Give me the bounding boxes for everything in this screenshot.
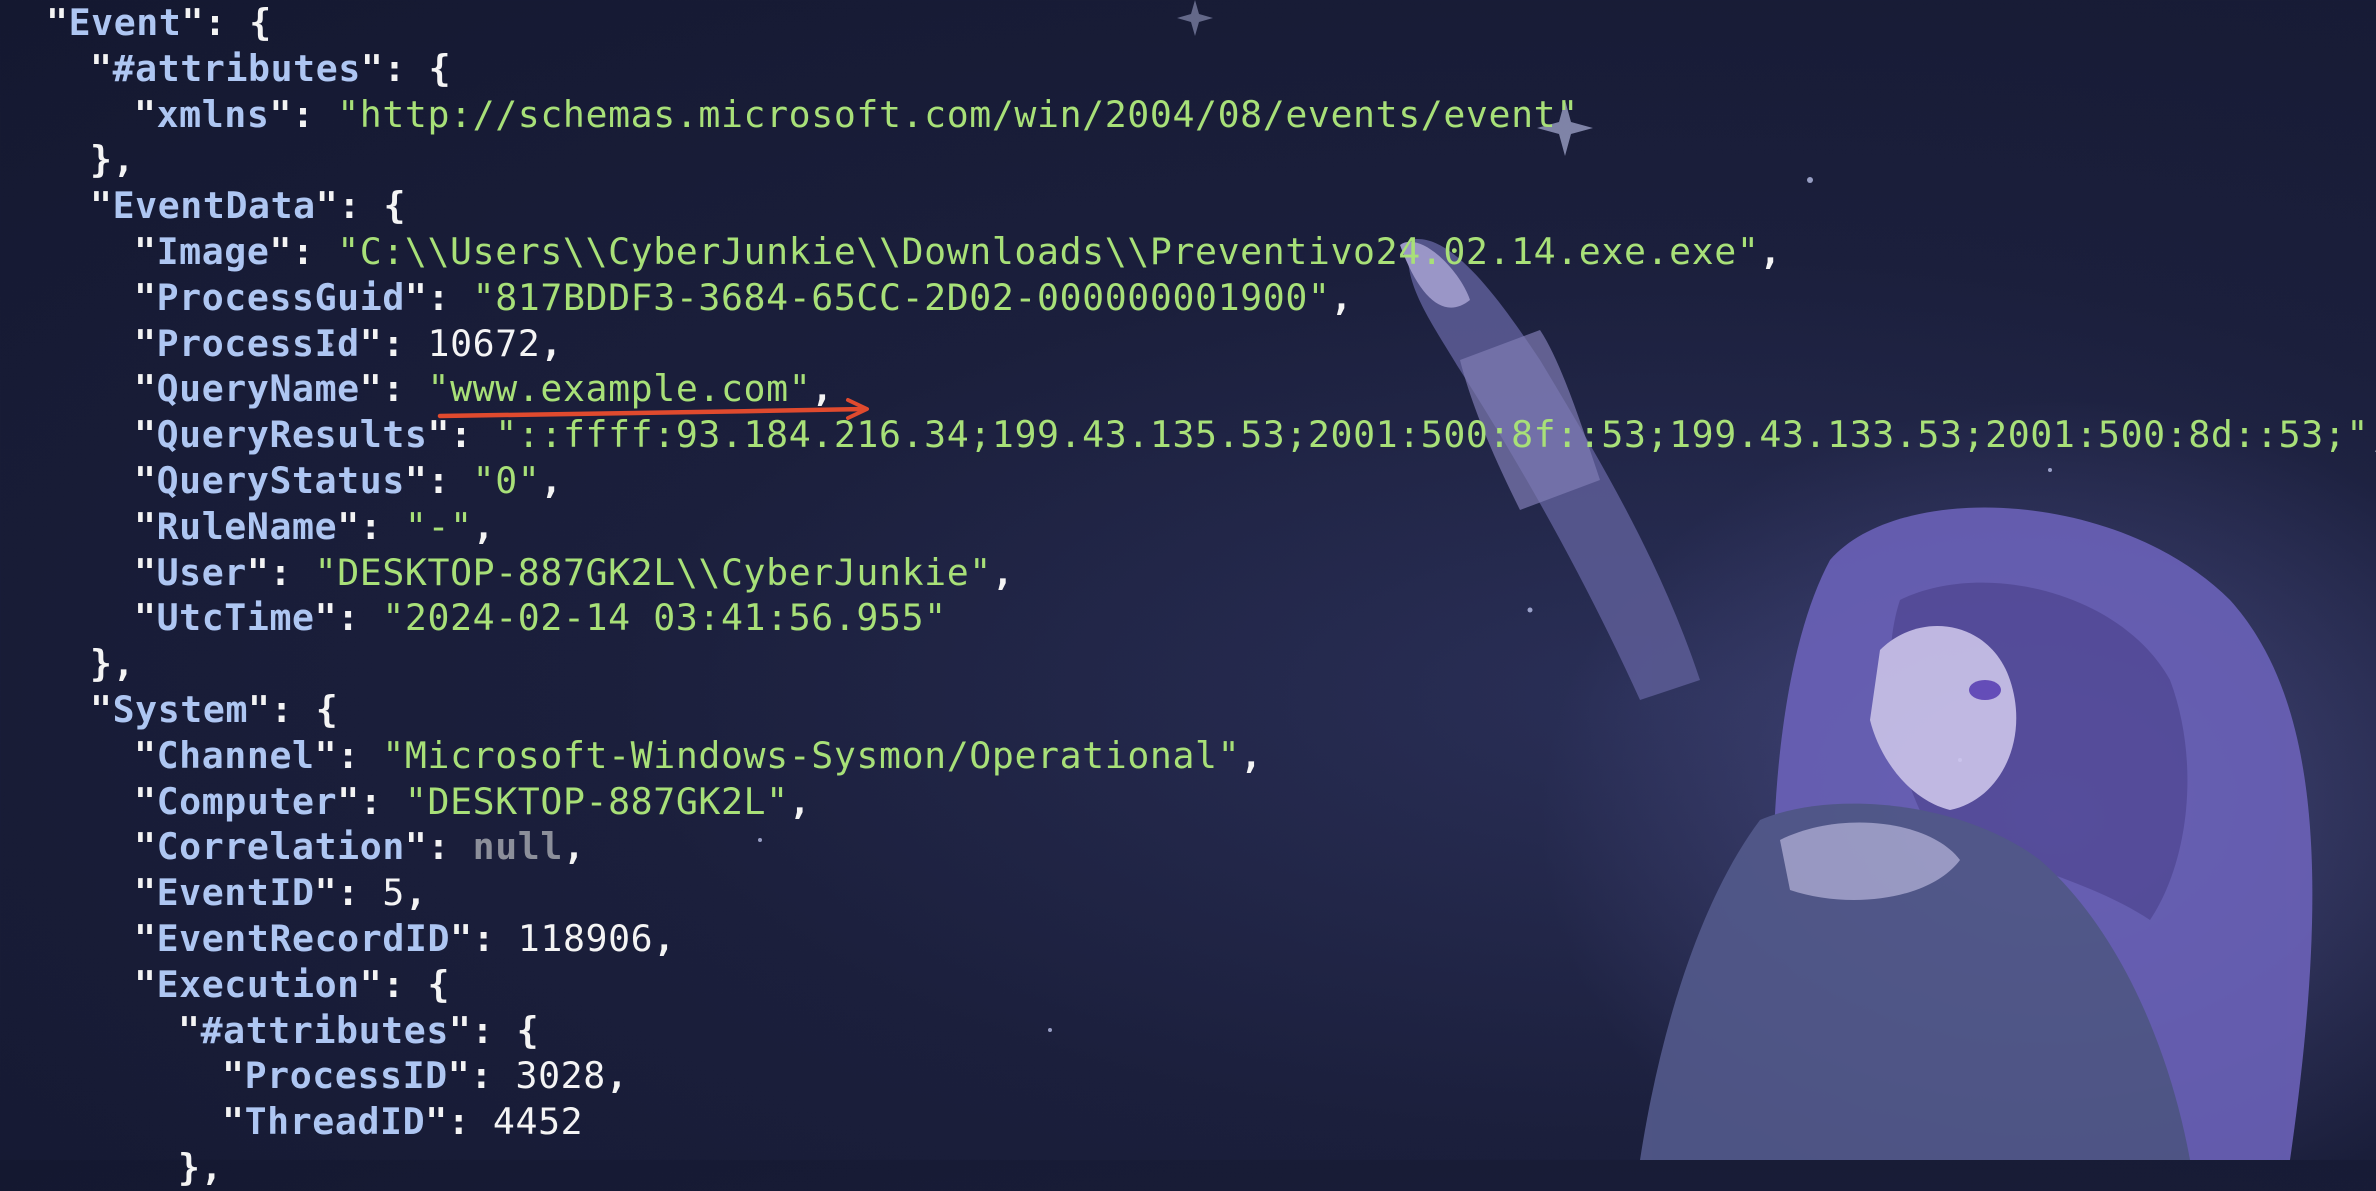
json-line-processid: "ProcessId": 10672, — [134, 321, 563, 365]
json-key: EventData — [112, 184, 316, 228]
json-key: Event — [68, 1, 182, 44]
json-key: System — [112, 687, 249, 731]
json-line-correlation: "Correlation": null, — [134, 825, 586, 869]
json-line-queryresults: "QueryResults": "::ffff:93.184.216.34;19… — [134, 413, 2376, 457]
json-close-brace: }, — [90, 642, 136, 686]
json-line-rulename: "RuleName": "-", — [134, 504, 496, 548]
json-key: ThreadID — [244, 1100, 426, 1144]
json-line-threadid: "ThreadID": 4452 — [222, 1100, 584, 1144]
json-line-querystatus: "QueryStatus": "0", — [134, 458, 563, 502]
json-key: User — [156, 550, 247, 594]
json-key: EventID — [156, 871, 315, 915]
json-line-image: "Image": "C:\\Users\\CyberJunkie\\Downlo… — [134, 229, 1782, 273]
json-viewer: "Event": {"#attributes": {"xmlns": "http… — [0, 0, 2376, 1191]
json-value: null — [472, 825, 563, 869]
json-value: "2024-02-14 03:41:56.955" — [382, 596, 947, 640]
json-key: #attributes — [112, 46, 361, 90]
json-key: QueryStatus — [156, 458, 405, 502]
json-value: "817BDDF3-3684-65CC-2D02-000000001900" — [472, 275, 1331, 319]
json-line-attributes: "#attributes": { — [178, 1008, 540, 1052]
json-value: "www.example.com" — [427, 367, 812, 411]
json-key: RuleName — [156, 504, 338, 548]
json-key: UtcTime — [156, 596, 315, 640]
json-value: "C:\\Users\\CyberJunkie\\Downloads\\Prev… — [337, 229, 1760, 273]
json-key: Computer — [156, 779, 338, 823]
json-close-brace: }, — [90, 138, 136, 182]
json-line-execution: "Execution": { — [134, 962, 451, 1006]
json-key: EventRecordID — [156, 916, 451, 960]
json-value: 10672 — [427, 321, 541, 365]
json-open-brace: { — [383, 184, 407, 228]
json-value: "0" — [472, 458, 541, 502]
json-key: ProcessGuid — [156, 275, 405, 319]
json-line-close: }, — [0, 641, 2376, 687]
json-key: xmlns — [156, 92, 270, 136]
json-key: Image — [156, 229, 270, 273]
json-value: "http://schemas.microsoft.com/win/2004/0… — [337, 92, 1579, 136]
json-key: #attributes — [200, 1008, 449, 1052]
json-close-brace: }, — [178, 1145, 224, 1189]
json-line-channel: "Channel": "Microsoft-Windows-Sysmon/Ope… — [134, 733, 1263, 777]
json-line-close: }, — [0, 1145, 2376, 1191]
json-line-processguid: "ProcessGuid": "817BDDF3-3684-65CC-2D02-… — [134, 275, 1354, 319]
json-key: QueryName — [156, 367, 360, 411]
json-value: 3028 — [515, 1054, 606, 1098]
json-line-utctime: "UtcTime": "2024-02-14 03:41:56.955" — [134, 596, 947, 640]
json-value: 5 — [382, 871, 405, 915]
json-line-attributes: "#attributes": { — [90, 46, 452, 90]
json-value: "DESKTOP-887GK2L" — [404, 779, 789, 823]
json-line-computer: "Computer": "DESKTOP-887GK2L", — [134, 779, 812, 823]
json-key: ProcessId — [156, 321, 360, 365]
json-key: Execution — [156, 962, 360, 1006]
json-key: Correlation — [156, 825, 405, 869]
json-line-eventrecordid: "EventRecordID": 118906, — [134, 916, 676, 960]
json-open-brace: { — [428, 46, 452, 90]
json-open-brace: { — [315, 687, 339, 731]
json-line-close: }, — [0, 137, 2376, 183]
json-key: QueryResults — [156, 413, 428, 457]
json-key: Channel — [156, 733, 315, 777]
json-line-system: "System": { — [90, 687, 339, 731]
json-open-brace: { — [516, 1008, 540, 1052]
json-line-user: "User": "DESKTOP-887GK2L\\CyberJunkie", — [134, 550, 1015, 594]
json-line-eventdata: "EventData": { — [90, 184, 407, 228]
json-line-processid: "ProcessID": 3028, — [222, 1054, 629, 1098]
json-open-brace: { — [427, 962, 451, 1006]
json-value: 118906 — [517, 916, 654, 960]
json-value: "-" — [404, 504, 473, 548]
json-value: 4452 — [492, 1100, 584, 1144]
json-value: "::ffff:93.184.216.34;199.43.135.53;2001… — [495, 413, 2369, 457]
json-value: "DESKTOP-887GK2L\\CyberJunkie" — [314, 550, 992, 594]
json-line-eventid: "EventID": 5, — [134, 871, 428, 915]
json-line-event: "Event": { — [46, 1, 272, 44]
json-line-xmlns: "xmlns": "http://schemas.microsoft.com/w… — [134, 92, 1579, 136]
json-value: "Microsoft-Windows-Sysmon/Operational" — [382, 733, 1241, 777]
json-key: ProcessID — [244, 1054, 448, 1098]
json-open-brace: { — [249, 1, 272, 44]
json-line-queryname: "QueryName": "www.example.com", — [134, 367, 834, 411]
